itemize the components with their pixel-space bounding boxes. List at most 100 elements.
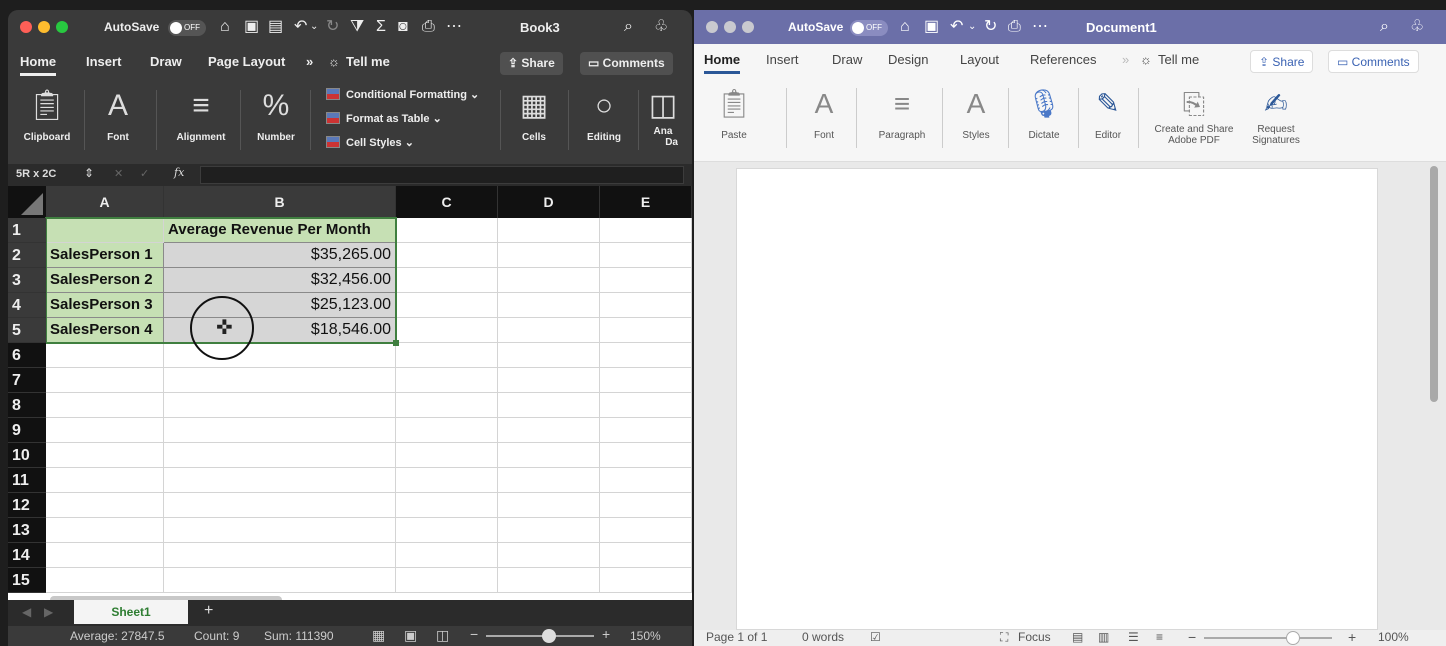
empty-cell[interactable] xyxy=(396,443,498,468)
empty-cell[interactable] xyxy=(498,493,600,518)
dictate-button[interactable]: 🎙︎ Dictate xyxy=(1020,84,1068,141)
empty-cell[interactable] xyxy=(498,418,600,443)
prev-sheet-icon[interactable]: ◀ xyxy=(22,605,31,619)
row-header[interactable]: 14 xyxy=(8,543,46,568)
page-count[interactable]: Page 1 of 1 xyxy=(706,630,767,644)
tell-me-search[interactable]: Tell me xyxy=(346,54,390,69)
empty-cell[interactable] xyxy=(164,443,396,468)
empty-cell[interactable] xyxy=(46,468,164,493)
column-header-b[interactable]: B xyxy=(164,186,396,218)
empty-cell[interactable] xyxy=(396,393,498,418)
more-tabs-chevron[interactable]: » xyxy=(1122,52,1129,67)
print-icon[interactable]: ⎙ xyxy=(1008,18,1021,36)
row-header[interactable]: 1 xyxy=(8,218,46,243)
empty-cell[interactable] xyxy=(46,568,164,593)
empty-cell[interactable] xyxy=(498,443,600,468)
tab-design[interactable]: Design xyxy=(888,52,928,67)
zoom-window-button[interactable] xyxy=(742,21,754,33)
share-button[interactable]: ⇪ Share xyxy=(500,52,563,75)
cell-styles-button[interactable]: Cell Styles ⌄ xyxy=(326,136,414,149)
sheet-tab[interactable]: Sheet1 xyxy=(74,600,188,624)
paste-group[interactable]: 📋︎ Paste xyxy=(704,84,764,141)
zoom-in-button[interactable]: + xyxy=(602,626,610,642)
fx-icon[interactable]: fx xyxy=(174,166,184,179)
empty-cell[interactable] xyxy=(600,568,692,593)
font-group[interactable]: A Font xyxy=(804,84,844,141)
empty-cell[interactable] xyxy=(600,518,692,543)
row-header[interactable]: 3 xyxy=(8,268,46,293)
zoom-slider[interactable] xyxy=(486,635,594,637)
empty-cell[interactable] xyxy=(600,243,692,268)
undo-dropdown-icon[interactable]: ⌄ xyxy=(968,18,976,36)
autosave-toggle[interactable]: OFF xyxy=(850,20,888,36)
next-sheet-icon[interactable]: ▶ xyxy=(44,605,53,619)
empty-cell[interactable] xyxy=(498,293,600,318)
undo-dropdown-icon[interactable]: ⌄ xyxy=(310,18,318,36)
empty-cell[interactable] xyxy=(396,218,498,243)
cell-a4[interactable]: SalesPerson 3 xyxy=(46,293,164,318)
empty-cell[interactable] xyxy=(498,218,600,243)
request-signatures-button[interactable]: ✍︎ Request Signatures xyxy=(1244,84,1308,146)
row-header[interactable]: 9 xyxy=(8,418,46,443)
camera-icon[interactable]: ◙ xyxy=(398,18,408,36)
cell-b3[interactable]: $32,456.00 xyxy=(164,268,396,293)
cell-b1[interactable]: Average Revenue Per Month xyxy=(164,218,396,243)
analyze-data-group[interactable]: ◫ Ana Da xyxy=(648,86,678,148)
formula-input[interactable] xyxy=(200,166,684,184)
vertical-scrollbar[interactable] xyxy=(1430,166,1438,402)
empty-cell[interactable] xyxy=(396,518,498,543)
column-header-d[interactable]: D xyxy=(498,186,600,218)
zoom-level[interactable]: 150% xyxy=(630,629,661,643)
page-layout-view-icon[interactable]: ▣ xyxy=(404,627,417,644)
cell-b2[interactable]: $35,265.00 xyxy=(164,243,396,268)
empty-cell[interactable] xyxy=(46,393,164,418)
row-header[interactable]: 8 xyxy=(8,393,46,418)
more-icon[interactable]: ⋯ xyxy=(446,18,462,36)
cell-a1[interactable] xyxy=(46,218,164,243)
select-all-corner[interactable] xyxy=(8,186,46,218)
empty-cell[interactable] xyxy=(46,368,164,393)
empty-cell[interactable] xyxy=(600,493,692,518)
row-header[interactable]: 15 xyxy=(8,568,46,593)
row-header[interactable]: 6 xyxy=(8,343,46,368)
empty-cell[interactable] xyxy=(396,368,498,393)
column-header-c[interactable]: C xyxy=(396,186,498,218)
column-header-e[interactable]: E xyxy=(600,186,692,218)
autosave-toggle[interactable]: OFF xyxy=(168,20,206,36)
row-header[interactable]: 7 xyxy=(8,368,46,393)
empty-cell[interactable] xyxy=(46,418,164,443)
clipboard-group[interactable]: 📋︎ Clipboard xyxy=(20,86,74,143)
print-layout-icon[interactable]: ▤ xyxy=(1072,630,1083,644)
empty-cell[interactable] xyxy=(396,543,498,568)
spreadsheet-grid[interactable]: A B C D E Average Revenue Per Month Sale… xyxy=(8,186,692,600)
empty-cell[interactable] xyxy=(396,493,498,518)
minimize-window-button[interactable] xyxy=(724,21,736,33)
empty-cell[interactable] xyxy=(396,418,498,443)
empty-cell[interactable] xyxy=(600,343,692,368)
word-count[interactable]: 0 words xyxy=(802,630,844,644)
editing-group[interactable]: ○ Editing xyxy=(582,86,626,143)
editor-button[interactable]: ✎ Editor xyxy=(1088,84,1128,141)
cancel-icon[interactable]: ✕ xyxy=(114,167,123,180)
save-icon[interactable]: ▣ xyxy=(924,18,939,36)
empty-cell[interactable] xyxy=(600,268,692,293)
row-header[interactable]: 13 xyxy=(8,518,46,543)
more-icon[interactable]: ⋯ xyxy=(1032,18,1048,36)
share-people-icon[interactable]: ♧ xyxy=(1410,18,1424,36)
close-window-button[interactable] xyxy=(20,21,32,33)
paragraph-group[interactable]: ≡ Paragraph xyxy=(870,84,934,141)
tab-references[interactable]: References xyxy=(1030,52,1096,67)
conditional-formatting-button[interactable]: Conditional Formatting ⌄ xyxy=(326,88,479,101)
tab-insert[interactable]: Insert xyxy=(766,52,799,67)
name-box[interactable]: 5R x 2C xyxy=(16,168,56,180)
column-header-a[interactable]: A xyxy=(46,186,164,218)
empty-cell[interactable] xyxy=(498,243,600,268)
outline-view-icon[interactable]: ☰ xyxy=(1128,630,1139,644)
alignment-group[interactable]: ≡ Alignment xyxy=(172,86,230,143)
empty-cell[interactable] xyxy=(600,368,692,393)
redo-icon[interactable]: ↻ xyxy=(326,18,339,36)
more-tabs-chevron[interactable]: » xyxy=(306,54,313,69)
row-header[interactable]: 4 xyxy=(8,293,46,318)
empty-cell[interactable] xyxy=(600,443,692,468)
tab-page-layout[interactable]: Page Layout xyxy=(208,54,285,69)
